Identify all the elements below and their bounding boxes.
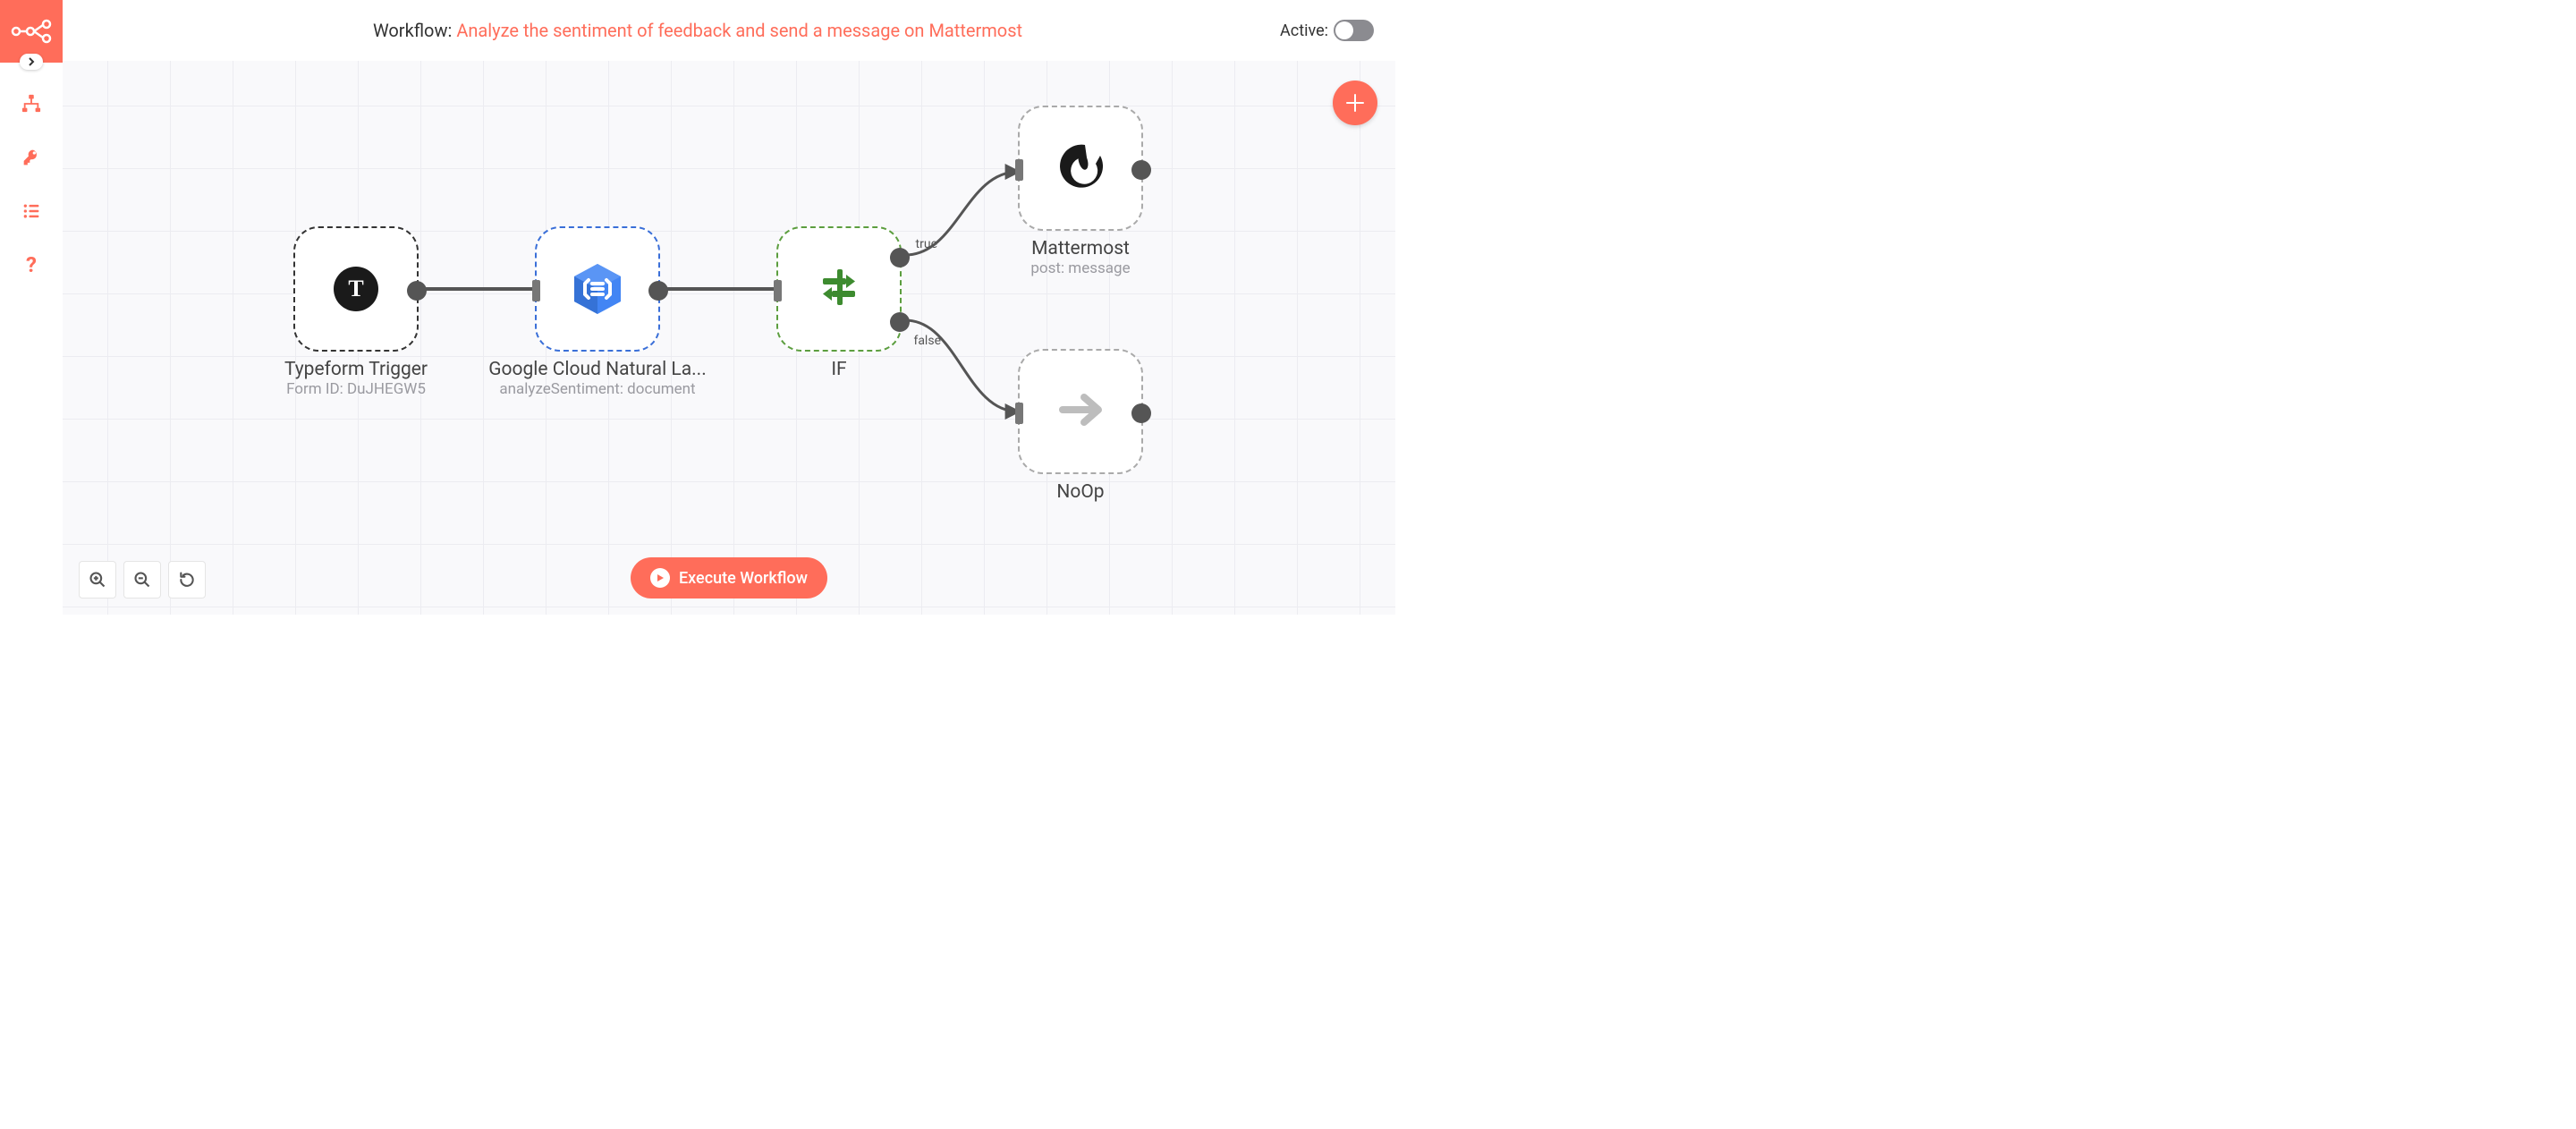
node-title: Typeform Trigger (267, 359, 445, 380)
output-port-true[interactable] (890, 248, 910, 267)
logo[interactable] (0, 0, 63, 63)
port-label-false: false (913, 334, 941, 348)
sidebar-item-executions[interactable] (13, 199, 49, 224)
output-port[interactable] (648, 281, 668, 301)
mattermost-icon (1055, 141, 1106, 195)
node-typeform[interactable]: T Typeform Trigger Form ID: DuJHEGW5 (267, 226, 445, 398)
list-icon (22, 202, 40, 220)
node-noop[interactable]: NoOp (1018, 349, 1143, 503)
node-subtitle: post: message (1018, 259, 1143, 277)
node-google-nl[interactable]: Google Cloud Natural La... analyzeSentim… (486, 226, 709, 398)
workflow-prefix: Workflow: (373, 20, 452, 41)
workflow-title-container[interactable]: Workflow: Analyze the sentiment of feedb… (373, 20, 1022, 41)
typeform-icon: T (334, 267, 378, 311)
sidebar: ? (0, 0, 63, 615)
google-cloud-nl-icon (569, 260, 626, 318)
help-icon: ? (26, 252, 37, 277)
toggle-knob (1335, 21, 1353, 39)
add-node-button[interactable] (1333, 81, 1377, 125)
sidebar-item-help[interactable]: ? (13, 252, 49, 277)
reset-icon (178, 571, 196, 589)
output-port[interactable] (407, 281, 427, 301)
node-title: NoOp (1018, 481, 1143, 503)
zoom-in-icon (89, 571, 106, 589)
zoom-out-button[interactable] (123, 561, 161, 598)
zoom-reset-button[interactable] (168, 561, 206, 598)
sidebar-item-credentials[interactable] (13, 145, 49, 170)
header-bar: Workflow: Analyze the sentiment of feedb… (0, 0, 1395, 61)
execute-workflow-button[interactable]: Execute Workflow (631, 557, 827, 598)
node-mattermost[interactable]: Mattermost post: message (1018, 106, 1143, 277)
key-icon (22, 149, 40, 166)
node-title: IF (776, 359, 902, 380)
node-title: Mattermost (1018, 238, 1143, 259)
input-port[interactable] (774, 280, 782, 301)
workflow-canvas[interactable]: T Typeform Trigger Form ID: DuJHEGW5 (63, 61, 1395, 615)
workflows-icon (21, 94, 41, 114)
zoom-out-icon (133, 571, 151, 589)
node-subtitle: Form ID: DuJHEGW5 (267, 380, 445, 398)
expand-sidebar-button[interactable] (20, 54, 43, 70)
zoom-in-button[interactable] (79, 561, 116, 598)
arrow-right-icon (1057, 392, 1104, 431)
input-port[interactable] (1015, 403, 1023, 424)
connections-layer (63, 61, 1395, 615)
plus-icon (1345, 93, 1365, 113)
node-title: Google Cloud Natural La... (486, 359, 709, 380)
input-port[interactable] (532, 280, 540, 301)
active-label: Active: (1280, 21, 1328, 40)
play-icon (650, 568, 670, 588)
zoom-controls (79, 561, 206, 598)
node-subtitle: analyzeSentiment: document (486, 380, 709, 398)
output-port[interactable] (1131, 403, 1151, 423)
output-port-false[interactable] (890, 312, 910, 332)
execute-label: Execute Workflow (679, 569, 808, 588)
port-label-true: true (916, 237, 937, 251)
condition-icon (814, 262, 864, 316)
workflow-name[interactable]: Analyze the sentiment of feedback and se… (456, 20, 1022, 41)
n8n-logo-icon (11, 19, 52, 44)
node-if[interactable]: true false IF (776, 226, 902, 380)
sidebar-item-workflows[interactable] (13, 91, 49, 116)
input-port[interactable] (1015, 159, 1023, 181)
active-toggle-group: Active: (1280, 20, 1374, 41)
output-port[interactable] (1131, 160, 1151, 180)
active-toggle[interactable] (1334, 20, 1374, 41)
